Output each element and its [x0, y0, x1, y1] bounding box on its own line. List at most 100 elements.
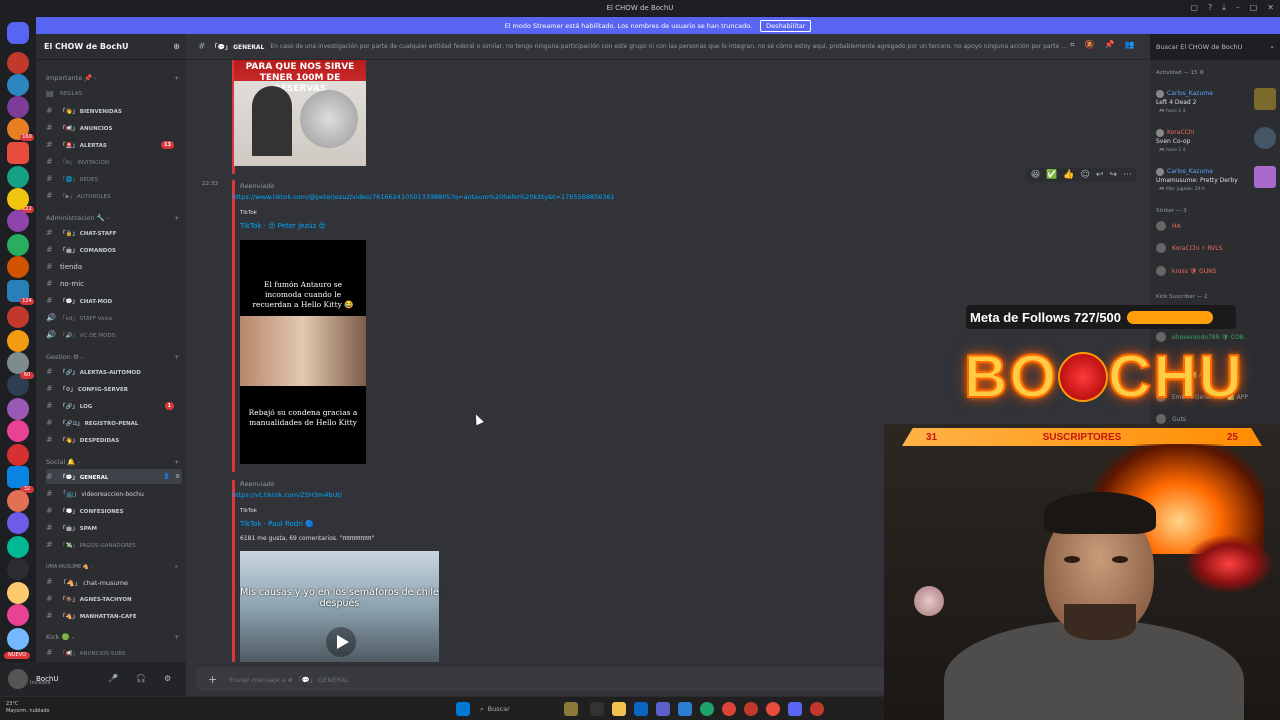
- add-channel-icon[interactable]: +: [174, 633, 179, 641]
- taskbar-search[interactable]: ⌕ Buscar: [480, 702, 540, 716]
- close-icon[interactable]: ✕: [1267, 3, 1274, 13]
- message-input[interactable]: + Enviar mensaje a # 「💬」 GENERAL: [196, 667, 886, 691]
- maximize-icon[interactable]: □: [1250, 3, 1258, 13]
- more-icon[interactable]: ⋯: [1123, 170, 1132, 180]
- windows-start-icon[interactable]: [456, 702, 470, 716]
- channel-general[interactable]: # 「💬」 GENERAL 👤 ⚙: [46, 469, 182, 484]
- server-icon[interactable]: [7, 166, 29, 188]
- discord-taskbar-icon[interactable]: [788, 702, 802, 716]
- activity-card[interactable]: KoraCChi Sven Co-op 🎮 hace 1 d: [1156, 127, 1276, 161]
- channel-autoroles[interactable]: # 「▶」 AUTOROLES: [46, 188, 182, 203]
- server-icon[interactable]: [7, 466, 29, 488]
- taskbar-app-icon[interactable]: [678, 702, 692, 716]
- voice-channel-staff[interactable]: 🔊 「xd」 STAFF Voice: [46, 310, 182, 325]
- threads-icon[interactable]: ⌗: [1070, 40, 1075, 50]
- pin-icon[interactable]: 📌: [1104, 40, 1114, 50]
- member-item[interactable]: HA: [1156, 219, 1280, 233]
- server-icon[interactable]: [7, 352, 29, 374]
- microphone-icon[interactable]: 🎤: [108, 674, 118, 683]
- channel-chat-musume[interactable]: # 「🐴」 chat-musume: [46, 574, 182, 589]
- server-icon[interactable]: [7, 490, 29, 512]
- server-icon[interactable]: [7, 582, 29, 604]
- gear-icon[interactable]: ⚙: [164, 674, 171, 683]
- message-link[interactable]: https://vt.tiktok.com/ZSH3m4bUt/: [232, 491, 342, 499]
- server-icon[interactable]: [7, 330, 29, 352]
- server-icon[interactable]: [7, 398, 29, 420]
- server-icon[interactable]: [7, 306, 29, 328]
- add-server-icon[interactable]: [7, 558, 29, 580]
- channel-chat-staff[interactable]: # 「🔒」 CHAT-STAFF: [46, 225, 182, 240]
- channel-agnes-tachyon[interactable]: # 「🏇」 AGNES-TACHYON: [46, 591, 182, 606]
- activity-card[interactable]: Carlos_Kazuma Umamusume: Pretty Derby 🎮 …: [1156, 166, 1276, 200]
- server-icon[interactable]: [7, 604, 29, 626]
- embed-video[interactable]: Mis causas y yo en los semáforos de chil…: [240, 551, 439, 662]
- channel-confesiones[interactable]: # 「💭」 CONFESIONES: [46, 503, 182, 518]
- minimize-icon[interactable]: –: [1236, 3, 1240, 13]
- channel-log[interactable]: # 「🔗」 LOG 1: [46, 398, 182, 413]
- voice-channel-mods[interactable]: 🔊 「🔊」 VC DE MODS: [46, 327, 182, 342]
- taskbar-app-icon[interactable]: [810, 702, 824, 716]
- channel-reglas[interactable]: ▤ REGLAS: [46, 86, 182, 101]
- server-icon[interactable]: [7, 444, 29, 466]
- channel-anuncios-subs[interactable]: # 「📢」 ANUNCIOS-SUBS: [46, 645, 182, 660]
- activity-card[interactable]: Carlos_Kazuma Left 4 Dead 2 🎮 hace 2 d: [1156, 88, 1276, 122]
- channel-topic[interactable]: En caso de una investigación por parte d…: [270, 43, 1070, 50]
- edge-icon[interactable]: [700, 702, 714, 716]
- channel-bienvenidas[interactable]: # 「👋」 BIENVENIDAS: [46, 103, 182, 118]
- category-administracion[interactable]: Administracion 🔧 - +: [46, 214, 179, 222]
- taskbar-app-icon[interactable]: [564, 702, 578, 716]
- server-icon[interactable]: [7, 210, 29, 232]
- add-channel-icon[interactable]: +: [174, 353, 179, 361]
- channel-videoreaccion[interactable]: # 「📺」 videoreaccion-bochu: [46, 486, 182, 501]
- channel-alertas[interactable]: # 「🚨」 ALERTAS 13: [46, 137, 182, 152]
- file-explorer-icon[interactable]: [612, 702, 626, 716]
- avatar[interactable]: [8, 669, 28, 689]
- server-header[interactable]: El CHOW de BochU ⊕: [36, 34, 186, 60]
- channel-registro-penal[interactable]: # 「🔗⚖」 REGISTRO-PENAL: [46, 415, 182, 430]
- server-icon[interactable]: [7, 536, 29, 558]
- channel-invitacion[interactable]: # 「✉」 INVITACION: [46, 154, 182, 169]
- reply-icon[interactable]: ↩: [1096, 170, 1104, 180]
- help-icon[interactable]: ?: [1208, 3, 1212, 13]
- category-uma-musume[interactable]: UMA MUSUME 🐴 - +: [46, 564, 178, 570]
- channel-redes[interactable]: # 「🌐」 REDES: [46, 171, 182, 186]
- taskbar-app-icon[interactable]: [744, 702, 758, 716]
- embed-author[interactable]: TikTok · 😍 Peter Jezúz 😍: [240, 222, 326, 230]
- add-member-icon[interactable]: ⊕: [173, 42, 180, 51]
- reaction-icon[interactable]: 😆: [1031, 170, 1040, 180]
- server-icon[interactable]: [7, 234, 29, 256]
- taskbar-app-icon[interactable]: [590, 702, 604, 716]
- add-channel-icon[interactable]: +: [174, 214, 179, 222]
- embed-video[interactable]: El fumón Antauro se incomoda cuando le r…: [240, 240, 366, 464]
- message-link[interactable]: https://www.tiktok.com/@peterjezuz/video…: [232, 193, 615, 201]
- server-icon[interactable]: [7, 256, 29, 278]
- channel-chat-mod[interactable]: # 「💬」 CHAT-MOD: [46, 293, 182, 308]
- add-channel-icon[interactable]: +: [174, 564, 178, 570]
- chrome-icon[interactable]: [722, 702, 736, 716]
- server-icon[interactable]: [7, 512, 29, 534]
- server-icon[interactable]: [7, 142, 29, 164]
- channel-pagos-ganadores[interactable]: # 「💸」 PAGOS-GANADORES: [46, 537, 182, 552]
- channel-comandos[interactable]: # 「🤖」 COMANDOS: [46, 242, 182, 257]
- category-social[interactable]: Social 🔔 - +: [46, 458, 179, 466]
- channel-anuncios[interactable]: # 「📢」 ANUNCIOS: [46, 120, 182, 135]
- category-gestion[interactable]: Gestion ⚙ - +: [46, 353, 179, 361]
- taskbar-app-icon[interactable]: [656, 702, 670, 716]
- discord-home-icon[interactable]: [7, 22, 29, 44]
- message-image[interactable]: PARA QUE NOS SIRVE TENER 100M DE RESERVA…: [234, 60, 366, 166]
- download-icon[interactable]: ⤓: [1222, 3, 1226, 13]
- channel-despedidas[interactable]: # 「👋」 DESPEDIDAS: [46, 432, 182, 447]
- inbox-icon[interactable]: ▢: [1190, 3, 1198, 13]
- search-input[interactable]: Buscar El CHOW de BochU ⌕: [1150, 34, 1280, 60]
- server-icon[interactable]: [7, 628, 29, 650]
- add-channel-icon[interactable]: +: [174, 458, 179, 466]
- thumbs-up-icon[interactable]: 👍: [1063, 170, 1074, 180]
- forward-icon[interactable]: ↪: [1109, 170, 1117, 180]
- member-item[interactable]: KoraCChi ⚡ RVLS: [1156, 241, 1280, 255]
- channel-manhattan-cafe[interactable]: # 「🐴」 MANHATTAN-CAFE: [46, 608, 182, 623]
- server-icon[interactable]: [7, 420, 29, 442]
- channel-alertas-automod[interactable]: # 「🔗」 ALERTAS-AUTOMOD: [46, 364, 182, 379]
- category-importante[interactable]: Importante 📌 - +: [46, 74, 179, 82]
- channel-no-mic[interactable]: # no-mic: [46, 276, 182, 291]
- add-channel-icon[interactable]: +: [174, 74, 179, 82]
